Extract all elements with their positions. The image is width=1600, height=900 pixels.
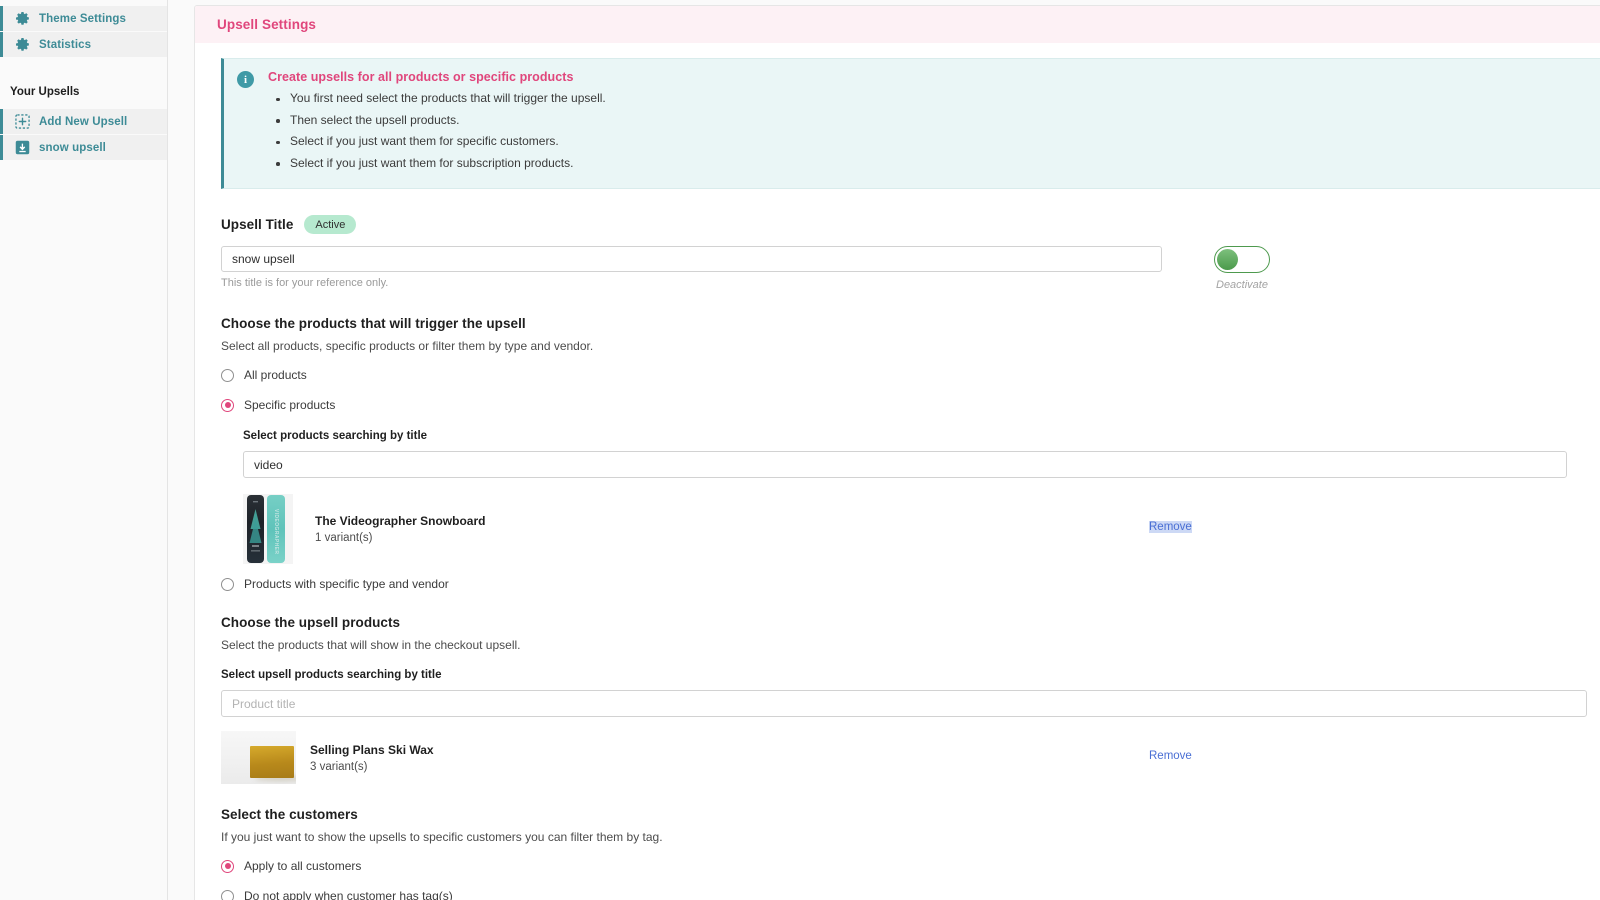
sidebar-item-snow-upsell[interactable]: snow upsell <box>0 135 167 160</box>
sidebar-item-label: Add New Upsell <box>39 116 127 128</box>
info-icon: i <box>237 71 254 88</box>
product-info: The Videographer Snowboard 1 variant(s) <box>315 514 485 544</box>
settings-card: Upsell Settings i Create upsells for all… <box>194 5 1600 900</box>
upsell-products-heading: Choose the upsell products <box>221 615 1600 630</box>
snowboard-teal-image: VIDEOGRAPHER <box>267 495 285 563</box>
list-item: Then select the upsell products. <box>268 110 1600 132</box>
customers-section: Select the customers If you just want to… <box>221 807 1600 900</box>
radio-label: Do not apply when customer has tag(s) <box>244 889 453 900</box>
sidebar-item-statistics[interactable]: Statistics <box>0 32 167 57</box>
main-content: Upsell Settings i Create upsells for all… <box>168 0 1600 900</box>
radio-label: All products <box>244 368 307 382</box>
product-variants: 3 variant(s) <box>310 761 434 773</box>
radio-indicator <box>221 369 234 382</box>
sidebar-section-title: Your Upsells <box>0 86 167 98</box>
sidebar-item-label: Statistics <box>39 39 91 51</box>
snowboard-dark-image <box>247 495 264 563</box>
radio-all-products[interactable]: All products <box>221 368 1600 382</box>
product-thumbnail: VIDEOGRAPHER <box>243 494 293 564</box>
customers-heading: Select the customers <box>221 807 1600 822</box>
list-item: Select if you just want them for subscri… <box>268 153 1600 175</box>
trigger-products-section: Choose the products that will trigger th… <box>221 316 1600 591</box>
add-dashed-icon <box>13 113 31 131</box>
radio-label: Products with specific type and vendor <box>244 577 449 591</box>
radio-label: Specific products <box>244 398 335 412</box>
radio-indicator <box>221 860 234 873</box>
gear-icon <box>13 36 31 54</box>
page-header: Upsell Settings <box>195 6 1600 43</box>
product-thumbnail <box>221 731 296 784</box>
trigger-search-group: Select products searching by title <box>243 430 1600 564</box>
radio-indicator <box>221 578 234 591</box>
sidebar-item-add-new-upsell[interactable]: Add New Upsell <box>0 109 167 134</box>
upsell-title-input-row: This title is for your reference only. D… <box>221 246 1600 291</box>
cursor-click-icon <box>13 139 31 157</box>
status-badge: Active <box>304 215 356 234</box>
product-name: The Videographer Snowboard <box>315 514 485 528</box>
product-info: Selling Plans Ski Wax 3 variant(s) <box>310 743 434 773</box>
radio-apply-all-customers[interactable]: Apply to all customers <box>221 859 1600 873</box>
upsell-search-label: Select upsell products searching by titl… <box>221 669 1600 681</box>
list-item: Select if you just want them for specifi… <box>268 131 1600 153</box>
remove-product-link[interactable]: Remove <box>1149 750 1192 762</box>
sidebar: Theme Settings Statistics Your Upsells A… <box>0 0 168 900</box>
upsell-products-section: Choose the upsell products Select the pr… <box>221 615 1600 784</box>
radio-specific-products[interactable]: Specific products <box>221 398 1600 412</box>
sidebar-item-theme-settings[interactable]: Theme Settings <box>0 6 167 31</box>
radio-specific-type-vendor[interactable]: Products with specific type and vendor <box>221 577 1600 591</box>
upsell-title-input[interactable] <box>221 246 1162 272</box>
toggle-knob <box>1217 249 1238 270</box>
sidebar-item-label: snow upsell <box>39 142 106 154</box>
activation-toggle[interactable] <box>1214 246 1270 273</box>
trigger-search-label: Select products searching by title <box>243 430 1600 442</box>
toggle-label: Deactivate <box>1216 279 1268 291</box>
app-root: Theme Settings Statistics Your Upsells A… <box>0 0 1600 900</box>
upsell-products-subtitle: Select the products that will show in th… <box>221 638 1600 652</box>
info-banner-body: Create upsells for all products or speci… <box>268 70 1600 174</box>
trigger-products-heading: Choose the products that will trigger th… <box>221 316 1600 331</box>
list-item: You first need select the products that … <box>268 88 1600 110</box>
table-row: Selling Plans Ski Wax 3 variant(s) Remov… <box>221 731 1600 784</box>
info-banner-title: Create upsells for all products or speci… <box>268 70 1600 84</box>
info-banner-list: You first need select the products that … <box>268 88 1600 174</box>
gear-icon <box>13 10 31 28</box>
product-name: Selling Plans Ski Wax <box>310 743 434 757</box>
upsell-title-row: Upsell Title Active <box>221 215 1600 234</box>
product-variants: 1 variant(s) <box>315 532 485 544</box>
upsell-title-helper: This title is for your reference only. <box>221 277 1162 289</box>
trigger-search-input[interactable] <box>243 451 1567 478</box>
upsell-title-field-group: This title is for your reference only. <box>221 246 1162 289</box>
radio-label: Apply to all customers <box>244 859 361 873</box>
ski-wax-block-image <box>250 746 294 778</box>
table-row: VIDEOGRAPHER The Videographer Snowboard … <box>243 494 1600 564</box>
card-body: i Create upsells for all products or spe… <box>195 58 1600 900</box>
radio-indicator <box>221 890 234 900</box>
radio-exclude-customer-tags[interactable]: Do not apply when customer has tag(s) <box>221 889 1600 900</box>
remove-product-link[interactable]: Remove <box>1149 521 1192 533</box>
activation-toggle-group: Deactivate <box>1187 246 1297 291</box>
upsell-title-heading: Upsell Title <box>221 217 293 232</box>
radio-indicator <box>221 399 234 412</box>
page-title: Upsell Settings <box>217 17 316 32</box>
customers-subtitle: If you just want to show the upsells to … <box>221 830 1600 844</box>
sidebar-item-label: Theme Settings <box>39 13 126 25</box>
trigger-products-subtitle: Select all products, specific products o… <box>221 339 1600 353</box>
info-banner: i Create upsells for all products or spe… <box>221 58 1600 189</box>
upsell-search-input[interactable] <box>221 690 1587 717</box>
